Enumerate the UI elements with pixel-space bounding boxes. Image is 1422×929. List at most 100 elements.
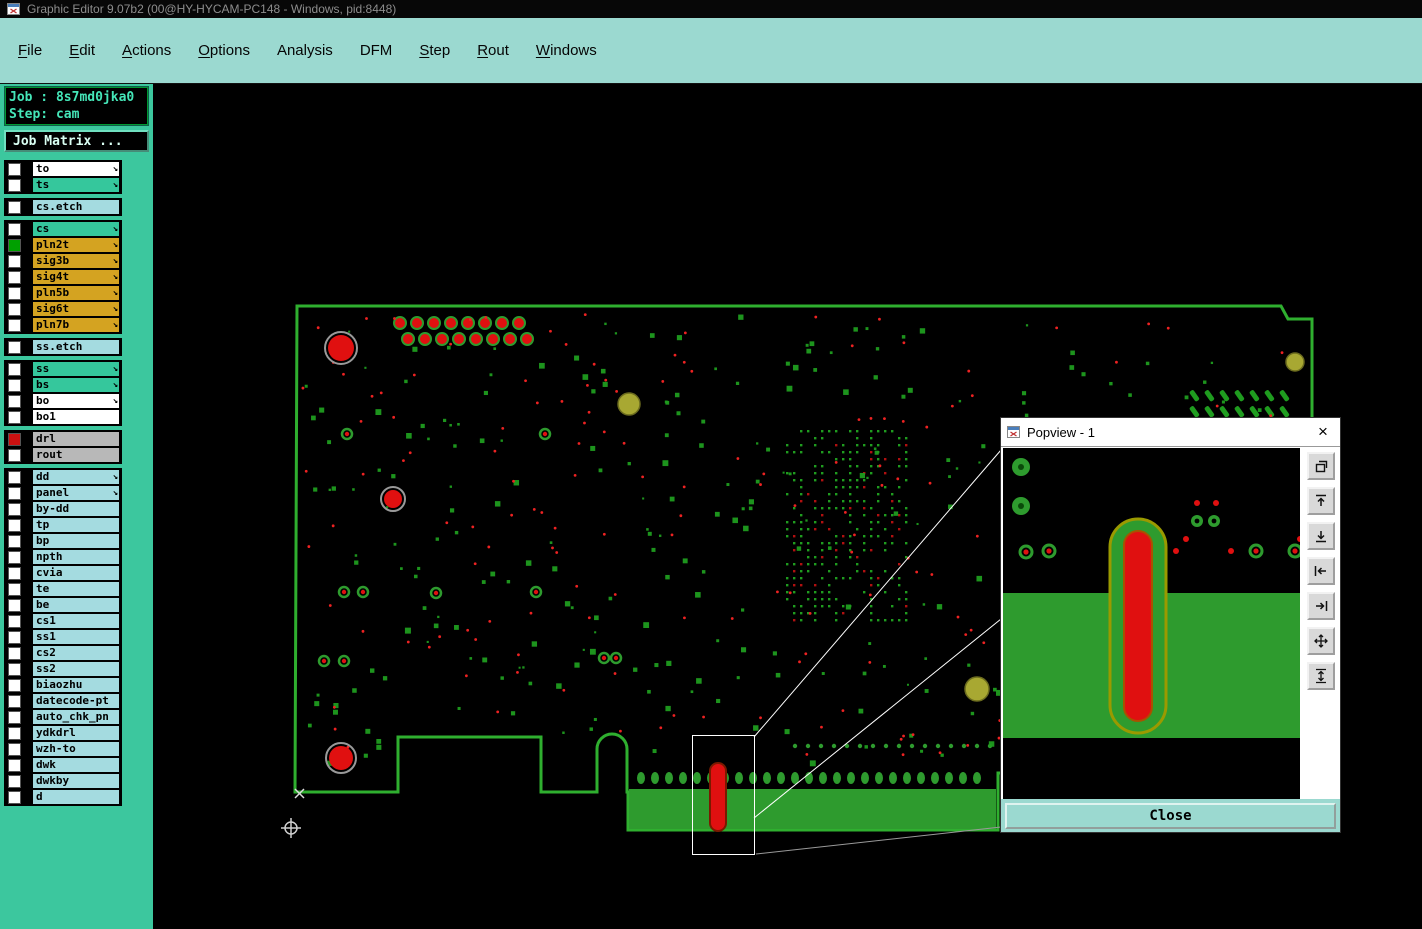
layer-name[interactable]: bo ↘ bbox=[33, 394, 119, 408]
layer-name[interactable]: tp bbox=[33, 518, 119, 532]
layer-visibility-checkbox[interactable] bbox=[8, 598, 21, 612]
popview-close-icon[interactable]: × bbox=[1312, 421, 1334, 443]
layer-visibility-checkbox[interactable] bbox=[8, 410, 21, 424]
layer-row-auto_chk_pn[interactable]: auto_chk_pn bbox=[5, 709, 121, 725]
layer-visibility-checkbox[interactable] bbox=[8, 726, 21, 740]
layer-name[interactable]: cs1 bbox=[33, 614, 119, 628]
popview-restore-button[interactable] bbox=[1307, 452, 1335, 480]
layer-visibility-checkbox[interactable] bbox=[8, 518, 21, 532]
menu-item-step[interactable]: Step bbox=[419, 42, 450, 59]
layer-row-pln7b[interactable]: pln7b ↘ bbox=[5, 317, 121, 333]
layer-visibility-checkbox[interactable] bbox=[8, 432, 21, 446]
popview-vertical-scroll-button[interactable] bbox=[1307, 662, 1335, 690]
layer-name[interactable]: te bbox=[33, 582, 119, 596]
layer-name[interactable]: dwkby bbox=[33, 774, 119, 788]
layer-row-bp[interactable]: bp bbox=[5, 533, 121, 549]
layer-row-cvia[interactable]: cvia bbox=[5, 565, 121, 581]
layer-name[interactable]: ss2 bbox=[33, 662, 119, 676]
layer-visibility-checkbox[interactable] bbox=[8, 362, 21, 376]
layer-visibility-checkbox[interactable] bbox=[8, 302, 21, 316]
layer-row-rout[interactable]: rout bbox=[5, 447, 121, 463]
menu-item-edit[interactable]: Edit bbox=[69, 42, 95, 59]
layer-visibility-checkbox[interactable] bbox=[8, 790, 21, 804]
popview-move-button[interactable] bbox=[1307, 627, 1335, 655]
menu-item-windows[interactable]: Windows bbox=[536, 42, 597, 59]
menu-item-rout[interactable]: Rout bbox=[477, 42, 509, 59]
layer-row-pln2t[interactable]: pln2t ↘ bbox=[5, 237, 121, 253]
layer-visibility-checkbox[interactable] bbox=[8, 534, 21, 548]
layer-row-wzh-to[interactable]: wzh-to bbox=[5, 741, 121, 757]
layer-visibility-checkbox[interactable] bbox=[8, 662, 21, 676]
layer-row-cs.etch[interactable]: cs.etch bbox=[5, 199, 121, 215]
layer-name[interactable]: cvia bbox=[33, 566, 119, 580]
layer-name[interactable]: cs.etch bbox=[33, 200, 119, 214]
layer-visibility-checkbox[interactable] bbox=[8, 448, 21, 462]
popview-scroll-up-button[interactable] bbox=[1307, 487, 1335, 515]
layer-row-d[interactable]: d bbox=[5, 789, 121, 805]
layer-name[interactable]: ts ↘ bbox=[33, 178, 119, 192]
layer-name[interactable]: ss1 bbox=[33, 630, 119, 644]
layer-visibility-checkbox[interactable] bbox=[8, 694, 21, 708]
layer-name[interactable]: cs2 bbox=[33, 646, 119, 660]
layer-name[interactable]: wzh-to bbox=[33, 742, 119, 756]
layer-visibility-checkbox[interactable] bbox=[8, 678, 21, 692]
menu-item-file[interactable]: File bbox=[18, 42, 42, 59]
layer-row-ss.etch[interactable]: ss.etch bbox=[5, 339, 121, 355]
layer-name[interactable]: panel ↘ bbox=[33, 486, 119, 500]
layer-name[interactable]: drl bbox=[33, 432, 119, 446]
layer-visibility-checkbox[interactable] bbox=[8, 254, 21, 268]
layer-visibility-checkbox[interactable] bbox=[8, 394, 21, 408]
popview-close-button[interactable]: Close bbox=[1005, 802, 1336, 829]
menu-item-actions[interactable]: Actions bbox=[122, 42, 171, 59]
layer-visibility-checkbox[interactable] bbox=[8, 758, 21, 772]
layer-row-cs[interactable]: cs ↘ bbox=[5, 221, 121, 237]
layer-visibility-checkbox[interactable] bbox=[8, 614, 21, 628]
layer-visibility-checkbox[interactable] bbox=[8, 238, 21, 252]
layer-row-ydkdrl[interactable]: ydkdrl bbox=[5, 725, 121, 741]
menu-item-dfm[interactable]: DFM bbox=[360, 42, 393, 59]
layer-row-by-dd[interactable]: by-dd bbox=[5, 501, 121, 517]
layer-visibility-checkbox[interactable] bbox=[8, 270, 21, 284]
layer-row-bo1[interactable]: bo1 bbox=[5, 409, 121, 425]
layer-visibility-checkbox[interactable] bbox=[8, 470, 21, 484]
layer-row-drl[interactable]: drl bbox=[5, 431, 121, 447]
layer-row-sig6t[interactable]: sig6t ↘ bbox=[5, 301, 121, 317]
popview-scroll-right-button[interactable] bbox=[1307, 592, 1335, 620]
layer-visibility-checkbox[interactable] bbox=[8, 200, 21, 214]
layer-name[interactable]: to ↘ bbox=[33, 162, 119, 176]
menu-item-analysis[interactable]: Analysis bbox=[277, 42, 333, 59]
layer-row-te[interactable]: te bbox=[5, 581, 121, 597]
layer-visibility-checkbox[interactable] bbox=[8, 710, 21, 724]
layer-row-ss[interactable]: ss ↘ bbox=[5, 361, 121, 377]
layer-visibility-checkbox[interactable] bbox=[8, 162, 21, 176]
popview-scroll-down-button[interactable] bbox=[1307, 522, 1335, 550]
layer-row-ss2[interactable]: ss2 bbox=[5, 661, 121, 677]
layer-name[interactable]: pln2t ↘ bbox=[33, 238, 119, 252]
layer-name[interactable]: bp bbox=[33, 534, 119, 548]
layer-row-sig3b[interactable]: sig3b ↘ bbox=[5, 253, 121, 269]
layer-name[interactable]: ydkdrl bbox=[33, 726, 119, 740]
layer-visibility-checkbox[interactable] bbox=[8, 502, 21, 516]
layer-row-cs2[interactable]: cs2 bbox=[5, 645, 121, 661]
layer-visibility-checkbox[interactable] bbox=[8, 318, 21, 332]
layer-visibility-checkbox[interactable] bbox=[8, 222, 21, 236]
layer-visibility-checkbox[interactable] bbox=[8, 742, 21, 756]
layer-row-bs[interactable]: bs ↘ bbox=[5, 377, 121, 393]
layer-row-dwk[interactable]: dwk bbox=[5, 757, 121, 773]
layer-row-bo[interactable]: bo ↘ bbox=[5, 393, 121, 409]
layer-name[interactable]: by-dd bbox=[33, 502, 119, 516]
layer-row-pln5b[interactable]: pln5b ↘ bbox=[5, 285, 121, 301]
layer-name[interactable]: bo1 bbox=[33, 410, 119, 424]
layer-visibility-checkbox[interactable] bbox=[8, 340, 21, 354]
layer-name[interactable]: sig6t ↘ bbox=[33, 302, 119, 316]
layer-name[interactable]: rout bbox=[33, 448, 119, 462]
layer-name[interactable]: datecode-pt bbox=[33, 694, 119, 708]
layer-row-ts[interactable]: ts ↘ bbox=[5, 177, 121, 193]
layer-name[interactable]: pln5b ↘ bbox=[33, 286, 119, 300]
layer-visibility-checkbox[interactable] bbox=[8, 582, 21, 596]
layer-visibility-checkbox[interactable] bbox=[8, 286, 21, 300]
layer-name[interactable]: auto_chk_pn bbox=[33, 710, 119, 724]
layer-name[interactable]: ss ↘ bbox=[33, 362, 119, 376]
layer-name[interactable]: bs ↘ bbox=[33, 378, 119, 392]
job-matrix-button[interactable]: Job Matrix ... bbox=[4, 130, 149, 152]
